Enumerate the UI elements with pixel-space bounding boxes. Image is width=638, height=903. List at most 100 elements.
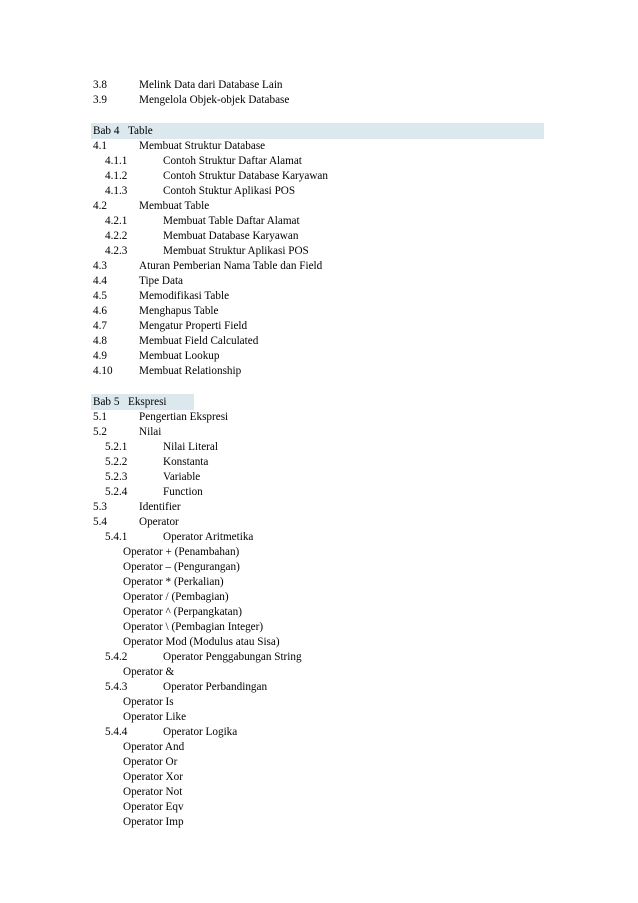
toc-entry[interactable]: 4.3 Aturan Pemberian Nama Table dan Field	[91, 259, 547, 274]
toc-entry[interactable]: 5.2.4 Function	[91, 485, 547, 500]
toc-entry-number: 4.1	[93, 140, 107, 152]
toc-entry-title: Membuat Table	[139, 200, 210, 212]
toc-entry[interactable]: 4.8 Membuat Field Calculated	[91, 334, 547, 349]
toc-entry-number: 3.8	[93, 79, 107, 91]
chapter-heading[interactable]: Bab 5 Ekspresi	[91, 394, 547, 410]
toc-entry[interactable]: 5.2 Nilai	[91, 425, 547, 440]
toc-entry-title: Operator – (Pengurangan)	[123, 561, 240, 573]
toc-entry[interactable]: 3.9 Mengelola Objek-objek Database	[91, 93, 547, 108]
toc-entry[interactable]: 4.2 Membuat Table	[91, 199, 547, 214]
toc-entry[interactable]: 4.2.3 Membuat Struktur Aplikasi POS	[91, 244, 547, 259]
toc-entry-number: 4.2	[93, 200, 107, 212]
toc-entry[interactable]: Operator / (Pembagian)	[91, 590, 547, 605]
toc-entry[interactable]: Operator And	[91, 740, 547, 755]
chapter-heading[interactable]: Bab 4 Table	[91, 123, 547, 139]
toc-entry-title: Operator * (Perkalian)	[123, 576, 224, 588]
toc-entry-number: 4.1.2	[105, 170, 128, 182]
toc-entry-title: Melink Data dari Database Lain	[139, 79, 283, 91]
toc-entry[interactable]: 5.4.3 Operator Perbandingan	[91, 680, 547, 695]
toc-entry[interactable]: 5.4.1 Operator Aritmetika	[91, 530, 547, 545]
toc-entry-number: 4.3	[93, 260, 107, 272]
toc-spacer	[91, 108, 547, 123]
toc-entry[interactable]: Operator Is	[91, 695, 547, 710]
toc-entry[interactable]: Operator – (Pengurangan)	[91, 560, 547, 575]
toc-entry-title: Operator \ (Pembagian Integer)	[123, 621, 264, 633]
toc-entry-title: Operator &	[123, 666, 175, 678]
toc-entry-number: 5.4	[93, 516, 107, 528]
toc-entry[interactable]: 5.3 Identifier	[91, 500, 547, 515]
table-of-contents: 3.8 Melink Data dari Database Lain 3.9 Meng…	[91, 78, 547, 830]
toc-entry[interactable]: 4.1.2 Contoh Struktur Database Karyawan	[91, 169, 547, 184]
toc-entry-title: Menghapus Table	[139, 305, 219, 317]
toc-entry[interactable]: 4.7 Mengatur Properti Field	[91, 319, 547, 334]
toc-entry-title: Operator / (Pembagian)	[123, 591, 229, 603]
toc-entry[interactable]: 5.4.2 Operator Penggabungan String	[91, 650, 547, 665]
toc-entry-title: Function	[163, 486, 203, 498]
toc-entry-title: Pengertian Ekspresi	[139, 411, 229, 423]
toc-entry-title: Memodifikasi Table	[139, 290, 230, 302]
toc-entry[interactable]: 5.4.4 Operator Logika	[91, 725, 547, 740]
toc-entry-number: 4.6	[93, 305, 107, 317]
toc-entry-number: 4.9	[93, 350, 107, 362]
toc-entry-title: Contoh Stuktur Aplikasi POS	[163, 185, 296, 197]
toc-entry-title: Membuat Lookup	[139, 350, 220, 362]
chapter-number: Bab 4	[93, 125, 120, 137]
chapter-title: Ekspresi	[128, 396, 167, 408]
toc-entry[interactable]: Operator Imp	[91, 815, 547, 830]
toc-entry-title: Mengelola Objek-objek Database	[139, 94, 290, 106]
toc-entry[interactable]: 4.2.1 Membuat Table Daftar Alamat	[91, 214, 547, 229]
toc-entry-title: Membuat Struktur Database	[139, 140, 266, 152]
toc-entry[interactable]: Operator + (Penambahan)	[91, 545, 547, 560]
toc-entry-title: Operator Is	[123, 696, 174, 708]
toc-entry[interactable]: 4.1.3 Contoh Stuktur Aplikasi POS	[91, 184, 547, 199]
toc-entry-title: Aturan Pemberian Nama Table dan Field	[139, 260, 323, 272]
toc-entry[interactable]: Operator Xor	[91, 770, 547, 785]
toc-entry-title: Membuat Table Daftar Alamat	[163, 215, 300, 227]
toc-entry-number: 3.9	[93, 94, 107, 106]
toc-entry[interactable]: 4.1.1 Contoh Struktur Daftar Alamat	[91, 154, 547, 169]
toc-entry-title: Operator Penggabungan String	[163, 651, 302, 663]
toc-entry[interactable]: Operator Or	[91, 755, 547, 770]
toc-entry-number: 4.8	[93, 335, 107, 347]
toc-entry[interactable]: 4.9 Membuat Lookup	[91, 349, 547, 364]
toc-entry-number: 5.3	[93, 501, 107, 513]
toc-entry-title: Membuat Struktur Aplikasi POS	[163, 245, 309, 257]
toc-entry-title: Operator Imp	[123, 816, 184, 828]
toc-entry[interactable]: 5.4 Operator	[91, 515, 547, 530]
toc-entry[interactable]: 4.6 Menghapus Table	[91, 304, 547, 319]
toc-entry[interactable]: 4.2.2 Membuat Database Karyawan	[91, 229, 547, 244]
toc-entry-title: Operator Xor	[123, 771, 183, 783]
toc-entry[interactable]: Operator &	[91, 665, 547, 680]
toc-entry[interactable]: Operator Not	[91, 785, 547, 800]
toc-entry[interactable]: 5.1 Pengertian Ekspresi	[91, 410, 547, 425]
toc-entry-title: Contoh Struktur Database Karyawan	[163, 170, 328, 182]
toc-entry-number: 5.2	[93, 426, 107, 438]
toc-entry-number: 4.4	[93, 275, 107, 287]
toc-entry[interactable]: 4.5 Memodifikasi Table	[91, 289, 547, 304]
toc-spacer	[91, 379, 547, 394]
toc-entry[interactable]: 5.2.1 Nilai Literal	[91, 440, 547, 455]
toc-entry[interactable]: 4.10 Membuat Relationship	[91, 364, 547, 379]
toc-entry-title: Operator	[139, 516, 179, 528]
toc-entry-number: 4.2.3	[105, 245, 128, 257]
toc-entry-title: Operator Mod (Modulus atau Sisa)	[123, 636, 280, 648]
toc-entry[interactable]: 5.2.3 Variable	[91, 470, 547, 485]
toc-entry[interactable]: 3.8 Melink Data dari Database Lain	[91, 78, 547, 93]
toc-entry[interactable]: Operator ^ (Perpangkatan)	[91, 605, 547, 620]
toc-entry[interactable]: Operator * (Perkalian)	[91, 575, 547, 590]
toc-entry-number: 4.7	[93, 320, 107, 332]
toc-entry-title: Nilai Literal	[163, 441, 218, 453]
toc-entry-number: 4.1.1	[105, 155, 128, 167]
toc-entry[interactable]: Operator Mod (Modulus atau Sisa)	[91, 635, 547, 650]
toc-entry-title: Operator Eqv	[123, 801, 184, 813]
toc-entry[interactable]: 5.2.2 Konstanta	[91, 455, 547, 470]
toc-entry[interactable]: Operator \ (Pembagian Integer)	[91, 620, 547, 635]
toc-entry[interactable]: 4.1 Membuat Struktur Database	[91, 139, 547, 154]
toc-entry-number: 5.4.2	[105, 651, 128, 663]
toc-entry[interactable]: Operator Like	[91, 710, 547, 725]
toc-entry-number: 4.1.3	[105, 185, 128, 197]
toc-entry[interactable]: Operator Eqv	[91, 800, 547, 815]
toc-entry-number: 5.2.2	[105, 456, 128, 468]
toc-entry[interactable]: 4.4 Tipe Data	[91, 274, 547, 289]
toc-entry-title: Identifier	[139, 501, 181, 513]
